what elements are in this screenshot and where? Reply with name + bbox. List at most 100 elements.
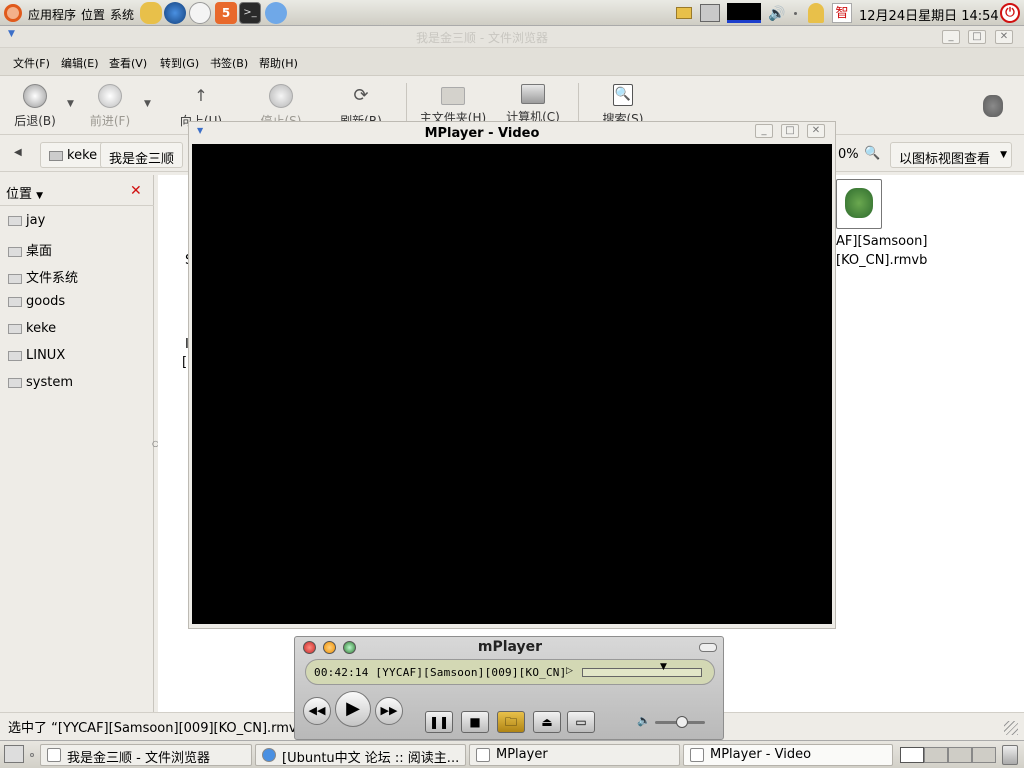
task-mplayer-video[interactable]: MPlayer - Video: [683, 744, 893, 766]
menu-file[interactable]: 文件(F): [13, 55, 50, 71]
system-menu[interactable]: 系统: [110, 6, 134, 23]
seek-bar[interactable]: ▼: [582, 663, 702, 677]
eject-button[interactable]: ⏏: [533, 711, 561, 733]
rmvb-file-icon[interactable]: [836, 179, 882, 229]
close-sidebar-icon[interactable]: ✕: [130, 183, 142, 199]
sidebar-item-filesystem[interactable]: 文件系统: [8, 267, 78, 286]
close-button[interactable]: ✕: [807, 124, 825, 138]
web-browser-launcher-icon[interactable]: [164, 2, 186, 24]
view-mode-label: 以图标视图查看: [899, 152, 991, 167]
status-text: 选中了 “[YYCAF][Samsoon][009][KO_CN].rmvb: [8, 721, 305, 736]
sidebar-item-system[interactable]: system: [8, 375, 73, 390]
computer-button[interactable]: 计算机(C): [498, 81, 568, 125]
sidebar-item-keke[interactable]: keke: [8, 321, 56, 336]
breadcrumb-left-arrow-icon[interactable]: ◀: [14, 147, 22, 158]
lcd-time-and-title: 00:42:14 [YYCAF][Samsoon][009][KO_CN]: [314, 666, 567, 679]
open-file-button[interactable]: 🗀: [497, 711, 525, 733]
toolbar-separator: [578, 83, 579, 123]
menu-bookmarks[interactable]: 书签(B): [210, 55, 248, 71]
back-history-chevron-icon[interactable]: ▼: [67, 99, 74, 109]
html-editor-launcher-icon[interactable]: 5: [215, 2, 237, 24]
close-button[interactable]: ✕: [995, 30, 1013, 44]
logout-power-icon[interactable]: ⏻: [1000, 3, 1020, 23]
resize-grip-icon[interactable]: [1004, 721, 1018, 735]
file-name-line2[interactable]: [KO_CN].rmvb: [836, 253, 927, 268]
file-browser-titlebar[interactable]: ▼ 我是金三顺 - 文件浏览器 _ □ ✕: [0, 26, 1024, 48]
clock[interactable]: 12月24日星期日 14:54: [859, 5, 999, 24]
drive-icon: [8, 323, 22, 334]
play-button[interactable]: ▶: [335, 691, 371, 727]
rewind-button[interactable]: ◀◀: [303, 697, 331, 725]
lcd-display: 00:42:14 [YYCAF][Samsoon][009][KO_CN] ▷ …: [305, 659, 715, 685]
forward-button[interactable]: 前进(F): [75, 81, 145, 129]
file-name-line1[interactable]: AF][Samsoon]: [836, 234, 927, 249]
task-file-browser[interactable]: 我是金三顺 - 文件浏览器: [40, 744, 252, 766]
mplayer-control-window[interactable]: mPlayer 00:42:14 [YYCAF][Samsoon][009][K…: [294, 636, 724, 740]
breadcrumb-keke[interactable]: keke: [40, 142, 107, 168]
task-mplayer[interactable]: MPlayer: [469, 744, 680, 766]
applications-menu[interactable]: 应用程序: [28, 6, 76, 23]
up-arrow-icon: ↑: [194, 86, 208, 105]
top-panel: 应用程序 位置 系统 5 >_ 🔊 智 12月24日星期日 14:54 ⏻: [0, 0, 1024, 26]
ubuntu-logo-icon[interactable]: [4, 4, 22, 22]
home-button[interactable]: 主文件夹(H): [418, 81, 488, 126]
menu-view[interactable]: 查看(V): [109, 55, 147, 71]
workspace-1[interactable]: [900, 747, 924, 763]
zoom-level: 0%: [838, 147, 859, 162]
window-icon: [690, 748, 704, 762]
sidebar-divider: [0, 205, 154, 206]
clock-launcher-icon[interactable]: [189, 2, 211, 24]
volume-slider[interactable]: [655, 716, 705, 728]
minimize-button[interactable]: _: [942, 30, 960, 44]
user-switcher-icon[interactable]: [808, 3, 824, 23]
stop-button[interactable]: ■: [461, 711, 489, 733]
sidebar-item-goods[interactable]: goods: [8, 294, 65, 309]
network-tool-launcher-icon[interactable]: [265, 2, 287, 24]
workspace-4[interactable]: [972, 747, 996, 763]
places-menu[interactable]: 位置: [81, 6, 105, 23]
workspace-3[interactable]: [948, 747, 972, 763]
menu-help[interactable]: 帮助(H): [259, 55, 298, 71]
task-web-browser[interactable]: [Ubuntu中文 论坛 :: 阅读主...: [255, 744, 466, 766]
globe-icon: [262, 748, 276, 762]
minimize-button[interactable]: _: [755, 124, 773, 138]
volume-thumb[interactable]: [675, 716, 688, 728]
mplayer-video-window[interactable]: ▼ MPlayer - Video _ □ ✕: [188, 121, 836, 629]
trash-icon[interactable]: [1002, 745, 1018, 765]
window-title: 我是金三顺 - 文件浏览器: [416, 31, 548, 45]
tray-network-icon[interactable]: [700, 4, 720, 22]
fast-forward-button[interactable]: ▶▶: [375, 697, 403, 725]
system-monitor-graph[interactable]: [727, 3, 761, 23]
window-icon: [476, 748, 490, 762]
sidebar-header[interactable]: 位置 ▼: [6, 183, 43, 202]
toolbar-separator: [406, 83, 407, 123]
sidebar-item-desktop[interactable]: 桌面: [8, 240, 52, 259]
forward-history-chevron-icon[interactable]: ▼: [144, 99, 151, 109]
menu-edit[interactable]: 编辑(E): [61, 55, 99, 71]
show-desktop-icon[interactable]: [4, 745, 24, 763]
drive-icon: [8, 377, 22, 388]
volume-icon[interactable]: 🔊: [768, 6, 785, 22]
terminal-launcher-icon[interactable]: >_: [239, 2, 261, 24]
input-method-indicator[interactable]: 智: [832, 3, 852, 23]
back-button[interactable]: 后退(B): [0, 81, 70, 129]
playlist-toggle-button[interactable]: [699, 643, 717, 652]
video-canvas[interactable]: [192, 144, 832, 624]
seek-thumb-icon[interactable]: ▼: [660, 663, 667, 672]
breadcrumb-current[interactable]: 我是金三顺: [100, 142, 184, 168]
sidebar-item-linux[interactable]: LINUX: [8, 348, 65, 363]
pause-button[interactable]: ❚❚: [425, 711, 453, 733]
chevron-down-icon: ▼: [1000, 150, 1007, 160]
zoom-in-icon[interactable]: 🔍: [864, 146, 880, 161]
chat-launcher-icon[interactable]: [140, 2, 162, 24]
menu-go[interactable]: 转到(G): [160, 55, 199, 71]
workspace-2[interactable]: [924, 747, 948, 763]
maximize-button[interactable]: □: [968, 30, 986, 44]
video-window-titlebar[interactable]: ▼ MPlayer - Video _ □ ✕: [189, 122, 835, 144]
sidebar-item-jay[interactable]: jay: [8, 213, 45, 228]
gnome-foot-icon: [845, 188, 873, 218]
maximize-button[interactable]: □: [781, 124, 799, 138]
fullscreen-button[interactable]: ▭: [567, 711, 595, 733]
tray-notes-icon[interactable]: [676, 7, 692, 19]
view-mode-select[interactable]: 以图标视图查看 ▼: [890, 142, 1012, 168]
